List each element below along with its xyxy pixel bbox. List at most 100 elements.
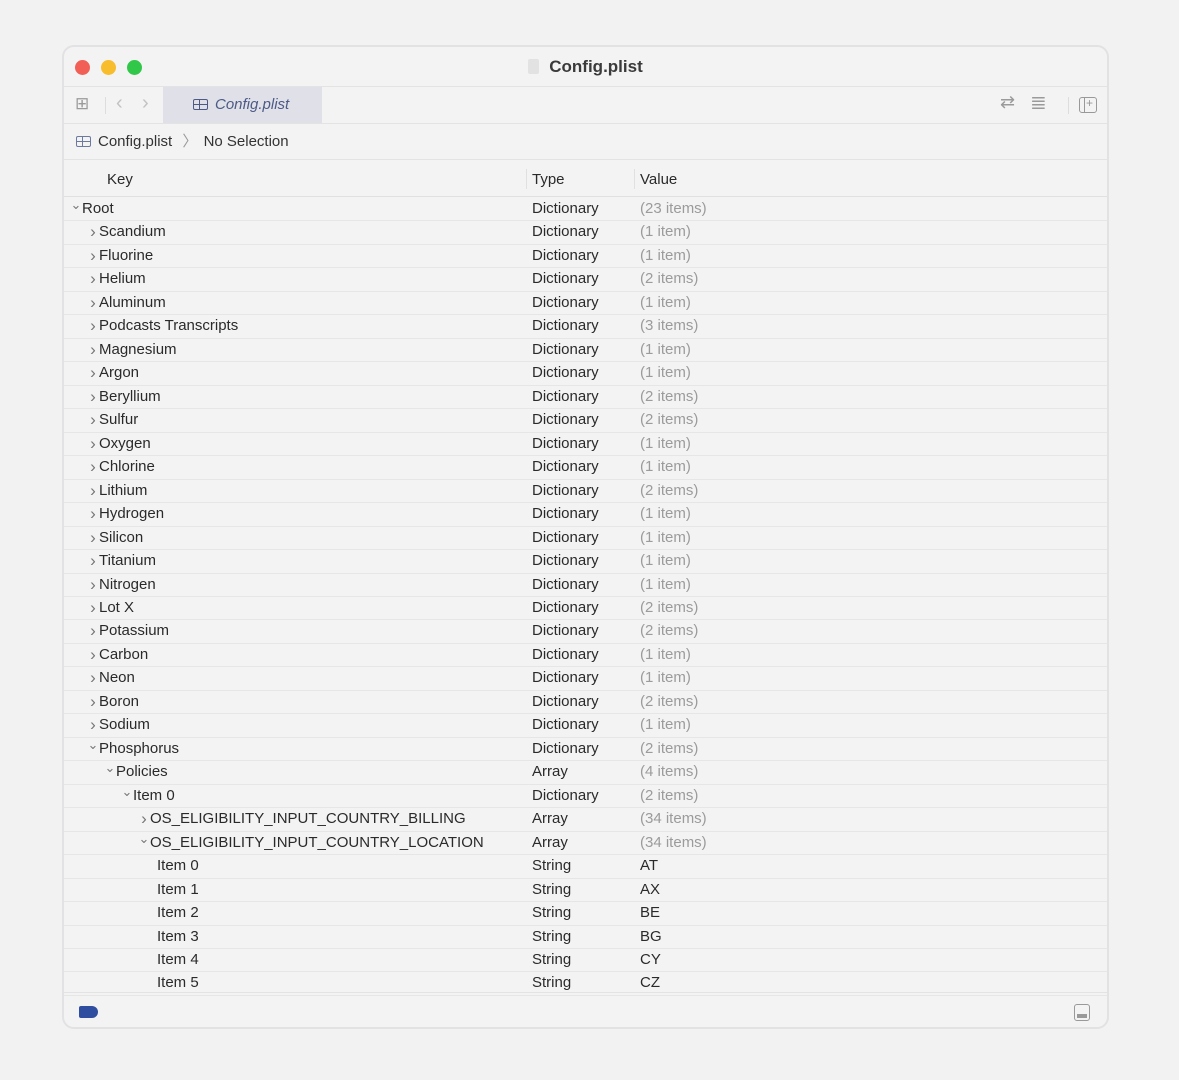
row-type[interactable]: String (532, 879, 571, 901)
table-row[interactable]: › Hydrogen Dictionary (1 item) (64, 503, 1107, 527)
chevron-right-icon[interactable]: › (87, 339, 99, 361)
table-row[interactable]: › Chlorine Dictionary (1 item) (64, 456, 1107, 480)
table-row[interactable]: ⌄ Item 0 Dictionary (2 items) (64, 784, 1107, 809)
row-type[interactable]: Dictionary (532, 409, 599, 431)
row-value[interactable]: (2 items) (640, 691, 698, 713)
row-type[interactable]: String (532, 855, 571, 877)
row-type[interactable]: Dictionary (532, 785, 599, 807)
chevron-down-icon[interactable]: ⌄ (138, 828, 150, 850)
row-value[interactable]: (1 item) (640, 221, 691, 243)
row-value[interactable]: (34 items) (640, 808, 707, 830)
table-row[interactable]: › Nitrogen Dictionary (1 item) (64, 574, 1107, 597)
row-value[interactable]: (2 items) (640, 597, 698, 619)
chevron-right-icon[interactable]: › (87, 644, 99, 666)
column-header-key[interactable]: Key (107, 171, 133, 188)
row-value[interactable]: (1 item) (640, 362, 691, 384)
row-value[interactable]: (2 items) (640, 785, 698, 807)
column-separator[interactable] (526, 169, 527, 189)
column-header-type[interactable]: Type (532, 171, 565, 188)
back-chevron-icon[interactable]: ‹ (116, 92, 123, 115)
row-value[interactable]: (1 item) (640, 292, 691, 314)
table-row[interactable]: › Oxygen Dictionary (1 item) (64, 433, 1107, 457)
row-type[interactable]: Dictionary (532, 362, 599, 384)
row-type[interactable]: Dictionary (532, 268, 599, 290)
row-value[interactable]: (1 item) (640, 456, 691, 478)
row-value[interactable]: (1 item) (640, 667, 691, 689)
chevron-right-icon[interactable]: › (87, 480, 99, 502)
row-type[interactable]: Dictionary (532, 198, 599, 220)
row-type[interactable]: Dictionary (532, 221, 599, 243)
column-separator[interactable] (634, 169, 635, 189)
row-value[interactable]: (1 item) (640, 714, 691, 736)
table-row[interactable]: ⌄ OS_ELIGIBILITY_INPUT_COUNTRY_LOCATION Ar… (64, 831, 1107, 856)
table-row[interactable]: › Titanium Dictionary (1 item) (64, 550, 1107, 574)
row-type[interactable]: String (532, 902, 571, 924)
tab-config-plist[interactable]: Config.plist (163, 87, 322, 123)
row-type[interactable]: Dictionary (532, 644, 599, 666)
chevron-right-icon[interactable]: › (87, 597, 99, 619)
row-value[interactable]: AX (640, 879, 660, 901)
row-value[interactable]: (1 item) (640, 245, 691, 267)
row-type[interactable]: Dictionary (532, 574, 599, 596)
table-row[interactable]: › Sulfur Dictionary (2 items) (64, 409, 1107, 433)
chevron-right-icon[interactable]: › (87, 527, 99, 549)
chevron-down-icon[interactable]: ⌄ (70, 194, 82, 216)
chevron-right-icon[interactable]: › (87, 503, 99, 525)
chevron-down-icon[interactable]: ⌄ (121, 781, 133, 803)
table-row[interactable]: › OS_ELIGIBILITY_INPUT_COUNTRY_BILLING Arr… (64, 808, 1107, 832)
row-value[interactable]: (2 items) (640, 480, 698, 502)
row-type[interactable]: String (532, 949, 571, 971)
table-row[interactable]: ⌄ Policies Array (4 items) (64, 760, 1107, 785)
row-type[interactable]: Dictionary (532, 456, 599, 478)
chevron-right-icon[interactable]: › (87, 409, 99, 431)
row-value[interactable]: (2 items) (640, 409, 698, 431)
table-row[interactable]: Item 3 String BG (64, 926, 1107, 949)
chevron-right-icon[interactable]: › (87, 315, 99, 337)
chevron-right-icon[interactable]: › (87, 667, 99, 689)
panel-toggle-icon[interactable] (1074, 1004, 1090, 1021)
chevron-right-icon[interactable]: › (87, 221, 99, 243)
row-type[interactable]: Dictionary (532, 245, 599, 267)
table-row[interactable]: Item 0 String AT (64, 855, 1107, 879)
chevron-right-icon[interactable]: › (87, 268, 99, 290)
row-type[interactable]: Dictionary (532, 292, 599, 314)
row-type[interactable]: Dictionary (532, 714, 599, 736)
table-row[interactable]: › Sodium Dictionary (1 item) (64, 714, 1107, 738)
forward-chevron-icon[interactable]: › (142, 92, 149, 115)
grid-icon[interactable]: ⊞ (75, 94, 89, 114)
table-row[interactable]: ⌄ Root Dictionary (23 items) (64, 197, 1107, 222)
table-row[interactable]: Item 4 String CY (64, 949, 1107, 973)
inspector-toggle-icon[interactable]: + (1079, 96, 1097, 113)
row-value[interactable]: (2 items) (640, 738, 698, 760)
row-type[interactable]: String (532, 926, 571, 948)
chevron-right-icon[interactable]: › (87, 550, 99, 572)
table-row[interactable]: › Carbon Dictionary (1 item) (64, 644, 1107, 668)
table-row[interactable]: › Helium Dictionary (2 items) (64, 268, 1107, 292)
table-row[interactable]: › Lot X Dictionary (2 items) (64, 597, 1107, 621)
row-value[interactable]: AT (640, 855, 658, 877)
chevron-right-icon[interactable]: › (87, 433, 99, 455)
row-type[interactable]: Dictionary (532, 315, 599, 337)
row-type[interactable]: Dictionary (532, 527, 599, 549)
table-row[interactable]: › Lithium Dictionary (2 items) (64, 480, 1107, 504)
table-row[interactable]: › Silicon Dictionary (1 item) (64, 527, 1107, 551)
table-row[interactable]: › Magnesium Dictionary (1 item) (64, 339, 1107, 363)
row-value[interactable]: BE (640, 902, 660, 924)
row-type[interactable]: Dictionary (532, 550, 599, 572)
table-row[interactable]: › Neon Dictionary (1 item) (64, 667, 1107, 691)
row-type[interactable]: Dictionary (532, 738, 599, 760)
row-value[interactable]: (23 items) (640, 198, 707, 220)
table-row[interactable]: › Aluminum Dictionary (1 item) (64, 292, 1107, 316)
chevron-right-icon[interactable]: › (87, 386, 99, 408)
table-row[interactable]: Item 1 String AX (64, 879, 1107, 903)
chevron-down-icon[interactable]: ⌄ (87, 734, 99, 756)
row-type[interactable]: Dictionary (532, 386, 599, 408)
tag-icon[interactable] (79, 1006, 98, 1018)
row-value[interactable]: (3 items) (640, 315, 698, 337)
row-value[interactable]: (1 item) (640, 503, 691, 525)
row-value[interactable]: (1 item) (640, 644, 691, 666)
row-value[interactable]: (1 item) (640, 339, 691, 361)
row-type[interactable]: Dictionary (532, 691, 599, 713)
row-value[interactable]: (1 item) (640, 433, 691, 455)
table-row[interactable]: › Boron Dictionary (2 items) (64, 691, 1107, 715)
